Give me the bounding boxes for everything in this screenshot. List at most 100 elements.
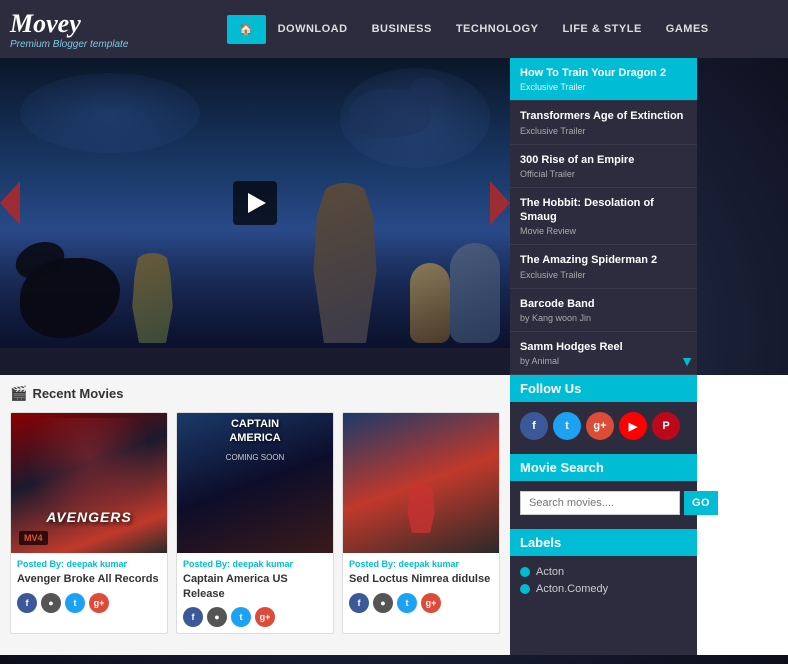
sidebar-item-3[interactable]: The Hobbit: Desolation of Smaug Movie Re… <box>510 188 697 246</box>
hero-image <box>0 58 510 348</box>
follow-yt[interactable]: ▶ <box>619 412 647 440</box>
search-row: GO <box>520 491 687 515</box>
bottom-section: 🎬 Recent Movies AVENGERS MV4 Posted By: … <box>0 375 788 655</box>
play-button[interactable] <box>233 181 277 225</box>
movie-thumb-1: CAPTAINAMERICA COMING SOON <box>177 413 333 553</box>
social-fb-2[interactable]: f <box>349 593 369 613</box>
nav-games[interactable]: GAMES <box>654 15 721 43</box>
sidebar-item-sub-0: Exclusive Trailer <box>520 82 687 92</box>
social-icons-2: f ● t g+ <box>349 593 493 613</box>
social-gp-2[interactable]: g+ <box>421 593 441 613</box>
sidebar-item-title-0: How To Train Your Dragon 2 <box>520 66 687 80</box>
characters-area <box>0 148 510 348</box>
label-dot-1 <box>520 584 530 594</box>
header: Movey Premium Blogger template 🏠 DOWNLOA… <box>0 0 788 58</box>
nav-lifestyle[interactable]: LIFE & STYLE <box>550 15 653 43</box>
sidebar-item-6[interactable]: Samm Hodges Reel by Animal ▼ <box>510 332 697 375</box>
nav-business[interactable]: BUSINESS <box>360 15 444 43</box>
movie-title-2: Sed Loctus Nimrea didulse <box>349 572 493 586</box>
sidebar-item-4[interactable]: The Amazing Spiderman 2 Exclusive Traile… <box>510 245 697 288</box>
label-item-1[interactable]: Acton.Comedy <box>520 583 687 595</box>
label-text-1: Acton.Comedy <box>536 583 608 595</box>
search-input[interactable] <box>520 491 680 515</box>
movie-card-0: AVENGERS MV4 Posted By: deepak kumar Ave… <box>10 412 168 634</box>
sidebar-item-title-1: Transformers Age of Extinction <box>520 109 687 123</box>
hero-next-button[interactable] <box>490 181 510 225</box>
sidebar-list: How To Train Your Dragon 2 Exclusive Tra… <box>510 58 697 375</box>
movie-info-1: Posted By: deepak kumar Captain America … <box>177 553 333 633</box>
spider-char <box>343 483 499 533</box>
social-tw-1[interactable]: t <box>231 607 251 627</box>
cap-logo: CAPTAINAMERICA <box>229 418 280 444</box>
posted-by-1: Posted By: deepak kumar <box>183 559 327 569</box>
movie-title-1: Captain America US Release <box>183 572 327 601</box>
sidebar-item-0[interactable]: How To Train Your Dragon 2 Exclusive Tra… <box>510 58 697 101</box>
main-char <box>310 183 380 343</box>
search-button[interactable]: GO <box>684 491 718 515</box>
posted-author-1: deepak kumar <box>233 559 294 569</box>
follow-fb[interactable]: f <box>520 412 548 440</box>
movie-card-1: CAPTAINAMERICA COMING SOON Posted By: de… <box>176 412 334 634</box>
logo-subtitle: Premium Blogger template <box>10 39 170 50</box>
mv4-badge: MV4 <box>19 531 48 545</box>
movie-cards: AVENGERS MV4 Posted By: deepak kumar Ave… <box>10 412 500 634</box>
movie-icon: 🎬 <box>10 385 27 402</box>
movie-info-0: Posted By: deepak kumar Avenger Broke Al… <box>11 553 167 618</box>
sidebar-item-title-4: The Amazing Spiderman 2 <box>520 253 687 267</box>
scroll-indicator: ▼ <box>680 353 694 369</box>
hero-section <box>0 58 510 375</box>
movie-thumb-2 <box>343 413 499 553</box>
sidebar-item-title-5: Barcode Band <box>520 297 687 311</box>
avengers-logo: AVENGERS <box>46 509 132 525</box>
movie-card-2: Posted By: deepak kumar Sed Loctus Nimre… <box>342 412 500 634</box>
posted-author-2: deepak kumar <box>399 559 460 569</box>
char4 <box>450 243 500 343</box>
social-gp-0[interactable]: g+ <box>89 593 109 613</box>
sidebar-item-2[interactable]: 300 Rise of an Empire Official Trailer <box>510 145 697 188</box>
nav-home[interactable]: 🏠 <box>227 15 265 44</box>
section-title-text: Recent Movies <box>32 386 123 401</box>
social-share-2[interactable]: ● <box>373 593 393 613</box>
label-item-0[interactable]: Acton <box>520 566 687 578</box>
cap-subtitle: COMING SOON <box>226 453 285 462</box>
social-tw-0[interactable]: t <box>65 593 85 613</box>
main-wrap: How To Train Your Dragon 2 Exclusive Tra… <box>0 58 788 375</box>
hero-prev-button[interactable] <box>0 181 20 225</box>
sidebar-item-sub-2: Official Trailer <box>520 169 687 179</box>
section-title: 🎬 Recent Movies <box>10 385 500 402</box>
follow-pi[interactable]: P <box>652 412 680 440</box>
nav-technology[interactable]: TECHNOLOGY <box>444 15 551 43</box>
social-tw-2[interactable]: t <box>397 593 417 613</box>
social-fb-0[interactable]: f <box>17 593 37 613</box>
play-icon <box>248 193 266 213</box>
sidebar-item-5[interactable]: Barcode Band by Kang woon Jin <box>510 289 697 332</box>
posted-by-2: Posted By: deepak kumar <box>349 559 493 569</box>
label-text-0: Acton <box>536 566 564 578</box>
label-dot-0 <box>520 567 530 577</box>
posted-label-0: Posted By: <box>17 559 64 569</box>
sidebar-item-title-3: The Hobbit: Desolation of Smaug <box>520 196 687 225</box>
sidebar: How To Train Your Dragon 2 Exclusive Tra… <box>510 58 697 375</box>
social-icons-0: f ● t g+ <box>17 593 161 613</box>
sidebar-item-1[interactable]: Transformers Age of Extinction Exclusive… <box>510 101 697 144</box>
movie-info-2: Posted By: deepak kumar Sed Loctus Nimre… <box>343 553 499 618</box>
avengers-glow <box>16 418 162 548</box>
right-sidebar-bottom: Follow Us f t g+ ▶ P Movie Search GO Lab… <box>510 375 697 655</box>
posted-label-2: Posted By: <box>349 559 396 569</box>
social-share-1[interactable]: ● <box>207 607 227 627</box>
main-nav: 🏠 DOWNLOAD BUSINESS TECHNOLOGY LIFE & ST… <box>170 15 778 44</box>
char3 <box>410 263 450 343</box>
logo-title: Movey <box>10 9 170 39</box>
sidebar-item-title-2: 300 Rise of an Empire <box>520 153 687 167</box>
char2 <box>130 253 175 343</box>
social-share-0[interactable]: ● <box>41 593 61 613</box>
sidebar-item-sub-3: Movie Review <box>520 226 687 236</box>
follow-tw[interactable]: t <box>553 412 581 440</box>
social-gp-1[interactable]: g+ <box>255 607 275 627</box>
sky-glow-left <box>20 73 200 153</box>
sidebar-item-sub-1: Exclusive Trailer <box>520 126 687 136</box>
social-fb-1[interactable]: f <box>183 607 203 627</box>
follow-gp[interactable]: g+ <box>586 412 614 440</box>
nav-download[interactable]: DOWNLOAD <box>266 15 360 43</box>
posted-author-0: deepak kumar <box>67 559 128 569</box>
